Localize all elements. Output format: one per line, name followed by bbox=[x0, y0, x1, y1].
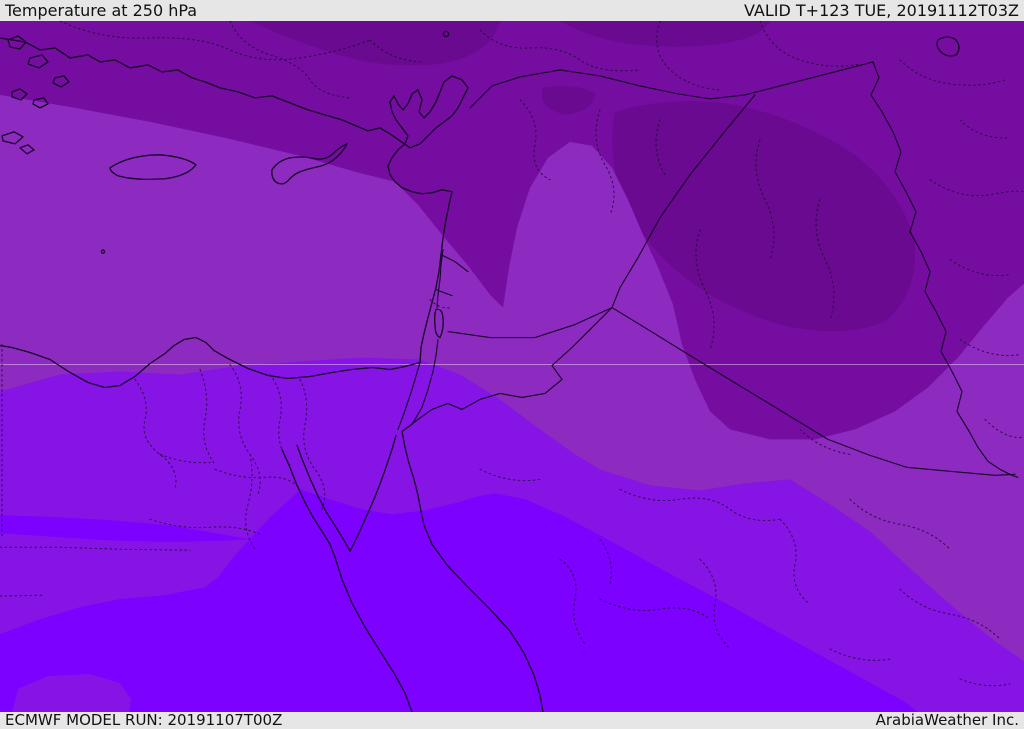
header-bar: Temperature at 250 hPa VALID T+123 TUE, … bbox=[0, 0, 1024, 21]
map-title: Temperature at 250 hPa bbox=[5, 0, 198, 20]
temperature-map-canvas bbox=[0, 21, 1024, 712]
weather-map bbox=[0, 21, 1024, 712]
temperature-bands bbox=[0, 21, 1024, 712]
valid-time-label: VALID T+123 TUE, 20191112T03Z bbox=[743, 0, 1019, 20]
model-run-label: ECMWF MODEL RUN: 20191107T00Z bbox=[5, 711, 283, 729]
brand-label: ArabiaWeather Inc. bbox=[875, 711, 1019, 729]
footer-bar: ECMWF MODEL RUN: 20191107T00Z ArabiaWeat… bbox=[0, 712, 1024, 729]
